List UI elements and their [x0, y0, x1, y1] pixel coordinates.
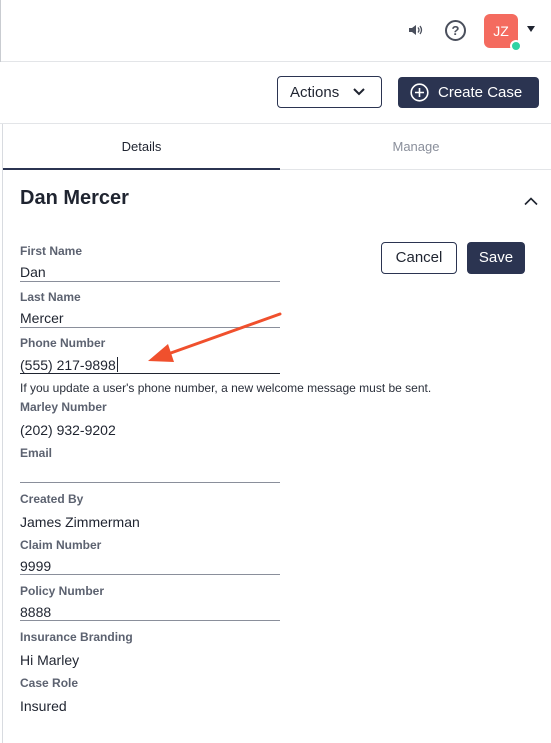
help-icon[interactable]: ? [445, 20, 466, 41]
create-case-button[interactable]: Create Case [398, 77, 539, 108]
tab-details[interactable]: Details [3, 124, 280, 170]
claim-number-underline [20, 574, 280, 575]
claim-number-label: Claim Number [20, 538, 102, 552]
online-status-indicator [510, 40, 522, 52]
phone-number-field[interactable]: (555) 217-9898 [20, 357, 118, 373]
chevron-down-icon [353, 88, 365, 96]
tab-bar: Details Manage [3, 124, 551, 170]
policy-number-field[interactable]: 8888 [20, 604, 51, 620]
phone-number-hint: If you update a user's phone number, a n… [20, 381, 432, 395]
insurance-branding-label: Insurance Branding [20, 630, 133, 644]
phone-number-value: (555) 217-9898 [20, 357, 116, 373]
last-name-field[interactable]: Mercer [20, 310, 64, 326]
case-role-label: Case Role [20, 676, 79, 690]
first-name-field[interactable]: Dan [20, 264, 46, 280]
case-role-value: Insured [20, 698, 67, 714]
tab-manage[interactable]: Manage [280, 124, 551, 170]
annotation-arrow-icon [148, 312, 282, 362]
speaker-icon[interactable] [408, 23, 424, 37]
first-name-underline [20, 281, 280, 282]
actions-button[interactable]: Actions [277, 76, 382, 108]
policy-number-underline [20, 620, 280, 621]
chevron-down-icon[interactable] [527, 26, 535, 32]
text-cursor [116, 357, 118, 372]
contact-name-heading: Dan Mercer [20, 187, 129, 209]
chevron-up-icon[interactable] [523, 196, 539, 206]
last-name-label: Last Name [20, 290, 81, 304]
phone-number-label: Phone Number [20, 336, 106, 350]
created-by-value: James Zimmerman [20, 514, 140, 530]
case-details-panel: Details Manage Dan Mercer Cancel Save Fi… [2, 124, 551, 743]
policy-number-label: Policy Number [20, 584, 105, 598]
create-case-label: Create Case [438, 84, 523, 101]
actions-label: Actions [290, 83, 340, 101]
created-by-label: Created By [20, 492, 84, 506]
email-label: Email [20, 446, 53, 460]
add-circle-icon [410, 83, 429, 102]
phone-number-underline [20, 373, 280, 374]
case-toolbar: Actions Create Case [0, 62, 551, 124]
save-button[interactable]: Save [467, 242, 525, 274]
cancel-button[interactable]: Cancel [381, 242, 457, 274]
marley-number-value: (202) 932-9202 [20, 422, 116, 438]
marley-number-label: Marley Number [20, 400, 107, 414]
first-name-label: First Name [20, 244, 83, 258]
claim-number-field[interactable]: 9999 [20, 558, 51, 574]
left-border [0, 0, 1, 62]
insurance-branding-value: Hi Marley [20, 652, 80, 668]
email-underline [20, 482, 280, 483]
top-bar: ? JZ [0, 0, 551, 62]
